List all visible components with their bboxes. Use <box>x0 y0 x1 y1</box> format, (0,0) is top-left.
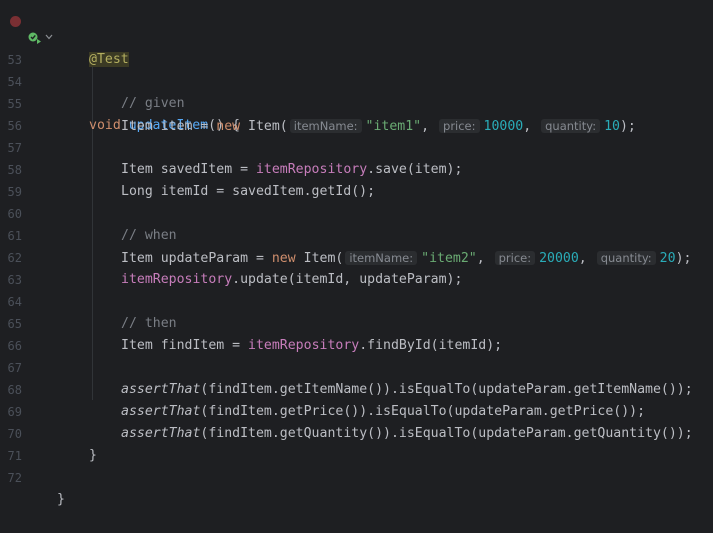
code-line[interactable]: 60 // when <box>0 181 713 243</box>
code-line[interactable]: 56 <box>0 93 713 133</box>
code-line[interactable]: 69 assertThat(findItem.getQuantity()).is… <box>0 379 713 441</box>
code-line[interactable]: 72 } <box>0 445 713 507</box>
code-line[interactable]: 55 Item item = new Item(itemName: "item1"… <box>0 71 713 134</box>
code-line[interactable]: 58 Long itemId = savedItem.getId(); <box>0 137 713 199</box>
code-editor[interactable]: @Test 53 void updateItem() { 54 // given… <box>0 0 713 507</box>
code-line[interactable]: 54 // given <box>0 49 713 111</box>
code-line[interactable]: 65 Item findItem = itemRepository.findBy… <box>0 291 713 353</box>
code-line[interactable]: 63 <box>0 247 713 287</box>
code-line[interactable]: @Test <box>0 5 713 67</box>
code-line[interactable]: 68 assertThat(findItem.getPrice()).isEqu… <box>0 357 713 419</box>
code-line[interactable]: 67 assertThat(findItem.getItemName()).is… <box>0 335 713 397</box>
code-line[interactable]: 61 Item updateParam = new Item(itemName:… <box>0 203 713 266</box>
code-line[interactable]: 59 <box>0 159 713 199</box>
code-line[interactable]: 64 // then <box>0 269 713 331</box>
code-line[interactable]: 66 <box>0 313 713 353</box>
code-line[interactable]: 57 Item savedItem = itemRepository.save(… <box>0 115 713 177</box>
code-line[interactable]: 62 itemRepository.update(itemId, updateP… <box>0 225 713 287</box>
breakpoint-icon[interactable] <box>10 16 21 27</box>
code-line[interactable]: 71 <box>0 423 713 463</box>
fold-chevron-icon[interactable] <box>44 32 54 42</box>
code-line[interactable]: 70 } <box>0 401 713 463</box>
line-number: 72 <box>7 471 22 485</box>
code-line[interactable]: 53 void updateItem() { <box>0 27 713 133</box>
line-code: } <box>57 492 65 507</box>
run-test-icon[interactable] <box>28 31 42 45</box>
